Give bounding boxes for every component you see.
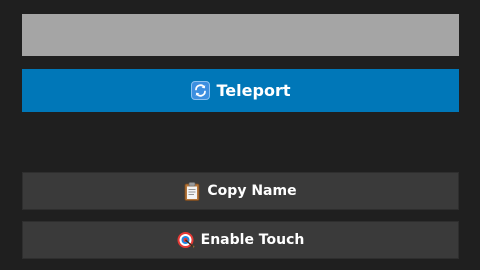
teleport-label: Teleport (216, 81, 291, 100)
clipboard-icon (184, 181, 200, 201)
teleport-button[interactable]: Teleport (22, 69, 459, 112)
copy-name-button[interactable]: Copy Name (22, 172, 459, 210)
target-icon (177, 231, 195, 249)
player-name-input[interactable] (22, 14, 459, 56)
refresh-icon (190, 81, 210, 100)
enable-touch-button[interactable]: Enable Touch (22, 221, 459, 259)
enable-touch-label: Enable Touch (200, 232, 305, 248)
copy-name-label: Copy Name (207, 183, 297, 199)
